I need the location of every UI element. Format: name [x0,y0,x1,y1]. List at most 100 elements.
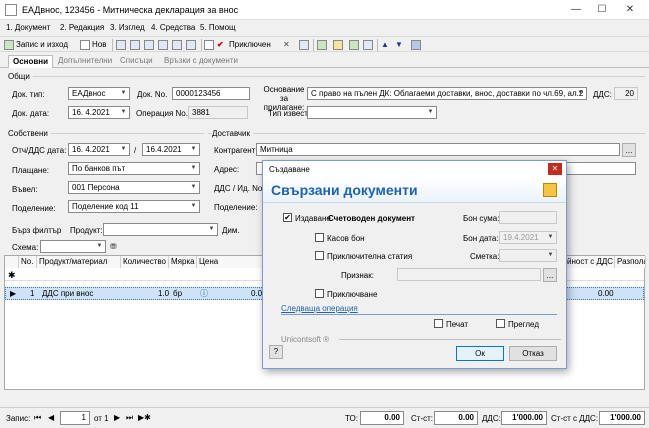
menu-help[interactable]: 5. Помощ [200,23,236,32]
new-record-icon[interactable]: ▶✱ [138,413,151,422]
chevron-down-icon: ▼ [427,109,434,115]
grid-header-qty[interactable]: Количество [121,256,169,268]
product-filter-label: Продукт: [70,226,103,235]
tab-additional[interactable]: Допълнителни [54,55,116,68]
receipt-sum-label: Бон сума: [463,214,500,223]
chevron-down-icon: ▼ [577,90,584,96]
tab-doc-links[interactable]: Връзки с документи [160,55,242,68]
date-separator: / [134,146,137,155]
menu-edit[interactable]: 2. Редакция [60,23,104,32]
doc-date-label: Док. дата: [12,109,50,118]
cost-vat-value: 1'000.00 [599,411,645,425]
scheme-select[interactable]: ▼ [40,240,106,253]
preview-checkbox[interactable] [496,319,505,328]
funnel-icon[interactable]: ⛃ [110,242,117,251]
grid-header-product[interactable]: Продукт/материал [37,256,121,268]
menu-bar: 1. Документ 2. Редакция 3. Изглед 4. Сре… [0,21,649,35]
app-icon [5,4,17,16]
print-icon[interactable] [158,40,168,50]
chevron-down-icon: ▼ [120,109,127,115]
help-icon[interactable] [411,40,421,50]
paste-icon[interactable] [144,40,154,50]
entered-select[interactable]: 001 Персона ▼ [68,181,200,194]
sign-field [397,268,541,281]
prev-record-icon[interactable]: ◀ [48,413,54,422]
dialog-close-button[interactable]: ✕ [548,163,562,175]
folder-icon[interactable] [333,40,343,50]
vat-date2-field[interactable]: 16.4.2021 ▼ [142,143,200,156]
payment-select[interactable]: По банков път ▼ [68,162,200,175]
maximize-button[interactable]: ☐ [592,2,612,18]
info-icon[interactable]: ⓘ [200,288,208,300]
vendor-label: Unicontsoft ® [281,335,330,344]
minimize-button[interactable]: — [566,2,586,18]
close-button[interactable]: ✕ [620,2,640,18]
print-checkbox[interactable] [434,319,443,328]
row-total: 0.00 [598,289,614,298]
vat-field: 20 [614,87,638,100]
find-icon[interactable] [186,40,196,50]
copy-icon[interactable] [130,40,140,50]
sheet-icon[interactable] [349,40,359,50]
ok-button[interactable]: Ок [456,346,504,361]
grid-header-available[interactable]: Разполаг [615,256,646,268]
product-filter-select[interactable]: ▼ [103,223,218,236]
division-label: Поделение: [12,204,56,213]
supplier-title: Доставчик [212,129,254,138]
vat-date-field[interactable]: 16. 4.2021 ▼ [68,143,130,156]
record-count: от 1 [94,414,109,423]
division-select[interactable]: Поделение код 11 ▼ [68,200,200,213]
partner-field[interactable]: Митница [256,143,620,156]
cancel-button[interactable]: Отказ [509,346,557,361]
save-exit-button[interactable]: Запис и изход [16,38,68,52]
account-field: ▼ [499,249,557,262]
last-record-icon[interactable]: ⏭ [126,413,133,423]
document-icon[interactable] [204,40,214,50]
issuance-checkbox[interactable]: ✔ [283,213,292,222]
basis-select[interactable]: С право на пълен ДК: Облагаеми доставки,… [307,87,587,100]
notice-select[interactable]: ▼ [307,106,437,119]
refresh-icon[interactable] [317,40,327,50]
vat-id-label: ДДС / Ид. No. [214,184,265,193]
menu-view[interactable]: 3. Изглед [110,23,145,32]
grid-header-price[interactable]: Цена [197,256,267,268]
next-operation-link[interactable]: Следваща операция [281,304,358,313]
preview-icon[interactable] [172,40,182,50]
chevron-down-icon: ▼ [120,90,127,96]
doc-date-field[interactable]: 16. 4.2021 ▼ [68,106,130,119]
cancel-icon[interactable]: ✕ [283,38,290,52]
tab-main[interactable]: Основни [8,55,54,68]
arrow-up-icon[interactable]: ▲ [381,38,389,52]
cash-receipt-checkbox[interactable] [315,233,324,242]
closing-article-checkbox[interactable] [315,251,324,260]
menu-tools[interactable]: 4. Средства [151,23,195,32]
closed-button[interactable]: Приключен [229,38,271,52]
grid-header-unit[interactable]: Мярка [169,256,197,268]
toolbar: Запис и изход Нов ✔ Приключен ✕ ▲ ▼ [0,36,649,52]
new-button[interactable]: Нов [92,38,106,52]
grid-header-no[interactable]: No. [19,256,37,268]
receipt-date-label: Бон дата: [463,234,499,243]
partner-browse-button[interactable]: ... [622,143,636,157]
dialog-help-button[interactable]: ? [269,345,283,359]
cut-icon[interactable] [116,40,126,50]
table-icon[interactable] [363,40,373,50]
tab-lists[interactable]: Списъци [116,55,157,68]
closing-article-label: Приключителна статия [327,252,413,261]
attach-icon[interactable] [299,40,309,50]
menu-document[interactable]: 1. Документ [6,23,50,32]
arrow-down-icon[interactable]: ▼ [395,38,403,52]
sign-browse-button[interactable]: ... [543,268,557,282]
first-record-icon[interactable]: ⏮ [34,413,41,423]
doc-type-select[interactable]: ЕАДвнос ▼ [68,87,130,100]
supplier-group [208,133,645,134]
closing-checkbox[interactable] [315,289,324,298]
record-field[interactable]: 1 [60,411,90,425]
status-vat-label: ДДС: [482,414,501,423]
footer-divider [339,339,561,340]
window-title: ЕАДвнос, 123456 - Митническа декларация … [22,5,239,15]
row-unit: бр [173,289,183,298]
next-record-icon[interactable]: ▶ [114,413,120,422]
doc-no-field[interactable]: 0000123456 [172,87,250,100]
grid-header-total-vat[interactable]: йност с ДДС [565,256,615,268]
